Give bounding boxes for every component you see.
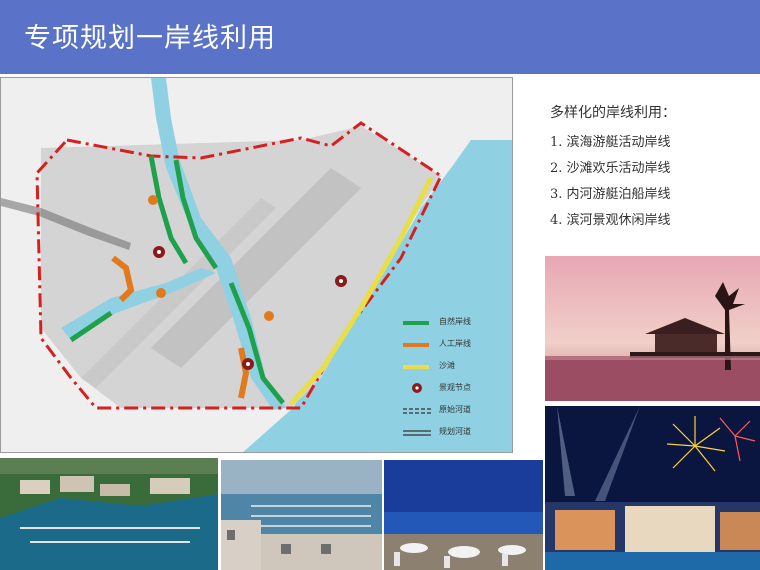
- legend-label: 原始河道: [439, 405, 471, 414]
- dashed-line-icon: [403, 408, 431, 414]
- landscape-node-2: [335, 275, 347, 287]
- fireworks-night-photo: [545, 406, 760, 570]
- legend-swatch-yellow: [403, 365, 429, 369]
- legend-original-river: 原始河道: [401, 404, 511, 418]
- legend-label: 景观节点: [439, 383, 471, 392]
- yacht-harbor-photo: [221, 460, 382, 570]
- landscape-node-icon: [412, 383, 422, 393]
- legend-landscape-node: 景观节点: [401, 382, 511, 396]
- legend-label: 规划河道: [439, 427, 471, 436]
- landscape-node-3: [242, 358, 254, 370]
- legend-label: 沙滩: [439, 361, 455, 370]
- shoreline-usage-list: 多样化的岸线利用： 1. 滨海游艇活动岸线 2. 沙滩欢乐活动岸线 3. 内河游…: [550, 102, 750, 234]
- sunset-pavilion-photo: [545, 256, 760, 401]
- landscape-node-1: [153, 246, 165, 258]
- page-title: 专项规划一岸线利用: [24, 23, 276, 54]
- header-bar: 专项规划一岸线利用: [0, 0, 760, 74]
- legend-label: 人工岸线: [439, 339, 471, 348]
- map-canvas: [1, 78, 512, 452]
- seaside-terrace-photo: [384, 460, 543, 570]
- double-line-icon: [403, 430, 431, 436]
- legend-swatch-orange: [403, 343, 429, 347]
- usage-item: 3. 内河游艇泊船岸线: [550, 187, 671, 202]
- legend-natural-shoreline: 自然岸线: [401, 316, 511, 330]
- legend-beach: 沙滩: [401, 360, 511, 374]
- usage-item: 4. 滨河景观休闲岸线: [550, 213, 671, 228]
- usage-item: 1. 滨海游艇活动岸线: [550, 135, 671, 150]
- legend-label: 自然岸线: [439, 317, 471, 326]
- usage-title: 多样化的岸线利用：: [550, 105, 676, 121]
- legend-artificial-shoreline: 人工岸线: [401, 338, 511, 352]
- usage-item: 2. 沙滩欢乐活动岸线: [550, 161, 671, 176]
- marina-aerial-photo: [0, 458, 218, 570]
- legend-swatch-green: [403, 321, 429, 325]
- shoreline-map: 自然岸线 人工岸线 沙滩 景观节点 原始河道 规划河道: [0, 77, 513, 453]
- legend-planned-river: 规划河道: [401, 426, 511, 440]
